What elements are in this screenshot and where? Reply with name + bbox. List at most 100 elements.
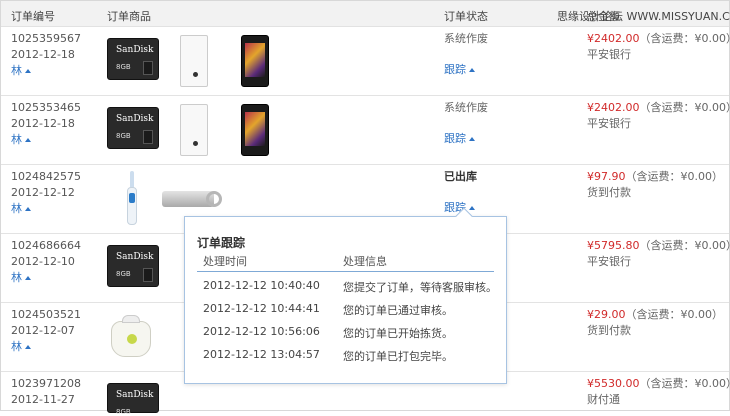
shipping-fee: （含运费：¥0.00） [640, 32, 730, 45]
popup-title: 订单跟踪 [197, 234, 245, 251]
order-id-cell: 1023971208 2012-11-27 [11, 376, 81, 408]
tracking-time: 2012-12-12 10:56:06 [203, 325, 320, 338]
order-status: 系统作废 [444, 100, 488, 116]
product-sandisk-card[interactable]: SanDisk 8GB [107, 38, 159, 80]
table-header: 订单编号 订单商品 订单状态 总金额 思缘设计论坛 WWW.MISSYUAN.C… [1, 1, 729, 27]
camera-dot [193, 72, 198, 77]
order-number[interactable]: 1023971208 [11, 376, 81, 392]
order-number[interactable]: 1025353465 [11, 100, 81, 116]
product-usb-drive[interactable] [162, 191, 214, 207]
status-shipped: 已出库 [444, 170, 477, 183]
order-number[interactable]: 1025359567 [11, 31, 81, 47]
tracking-info: 您提交了订单，等待客服审核。 [343, 279, 497, 295]
order-id-cell: 1025353465 2012-12-18 林 [11, 100, 81, 148]
order-amount: ¥5530.00 [587, 377, 640, 390]
sandisk-size-text: 8GB [116, 63, 131, 71]
sandisk-size-text: 8GB [116, 408, 131, 416]
user-name[interactable]: 林 [11, 271, 22, 284]
shipping-fee: （含运费：¥0.00） [626, 170, 724, 183]
order-price-cell: ¥97.90（含运费：¥0.00） 货到付款 [587, 169, 723, 201]
shipping-fee: （含运费：¥0.00） [626, 308, 724, 321]
header-order-id: 订单编号 [11, 8, 55, 24]
order-price-cell: ¥2402.00（含运费：¥0.00） 平安银行 [587, 31, 730, 63]
payment-method: 货到付款 [587, 185, 723, 201]
user-name[interactable]: 林 [11, 340, 22, 353]
keyring [206, 191, 222, 207]
header-order-goods: 订单商品 [107, 8, 151, 24]
order-price-cell: ¥5530.00（含运费：¥0.00） 财付通 [587, 376, 730, 408]
triangle-up-icon [25, 69, 31, 73]
cooker-lid [122, 315, 140, 323]
shipping-fee: （含运费：¥0.00） [640, 377, 730, 390]
tracking-info: 您的订单已开始拣货。 [343, 325, 453, 341]
user-name[interactable]: 林 [11, 133, 22, 146]
phone-screen [245, 112, 265, 146]
order-date: 2012-12-12 [11, 185, 81, 201]
track-link[interactable]: 跟踪 [444, 61, 475, 77]
popup-header-time: 处理时间 [203, 253, 247, 269]
user-dropdown[interactable]: 林 [11, 132, 81, 148]
payment-method: 货到付款 [587, 323, 723, 339]
order-number[interactable]: 1024503521 [11, 307, 81, 323]
sandisk-size-text: 8GB [116, 270, 131, 278]
order-number[interactable]: 1024686664 [11, 238, 81, 254]
track-label[interactable]: 跟踪 [444, 63, 466, 76]
order-amount: ¥2402.00 [587, 101, 640, 114]
table-row: 1025353465 2012-12-18 林 SanDisk 8GB 系统作废… [1, 96, 729, 165]
product-white-phone[interactable] [180, 104, 208, 156]
product-black-phone[interactable] [241, 35, 269, 87]
order-price-cell: ¥2402.00（含运费：¥0.00） 平安银行 [587, 100, 730, 132]
product-slow-cooker[interactable] [111, 321, 151, 357]
product-white-phone[interactable] [180, 35, 208, 87]
header-order-status: 订单状态 [444, 8, 488, 24]
microsd-chip [143, 130, 153, 144]
sandisk-brand-text: SanDisk [116, 252, 154, 262]
microsd-chip [143, 268, 153, 282]
order-number[interactable]: 1024842575 [11, 169, 81, 185]
order-id-cell: 1025359567 2012-12-18 林 [11, 31, 81, 79]
order-amount: ¥97.90 [587, 170, 626, 183]
product-black-phone[interactable] [241, 104, 269, 156]
order-tracking-popup: 订单跟踪 处理时间 处理信息 2012-12-12 10:40:40 您提交了订… [184, 216, 507, 384]
camera-dot [193, 141, 198, 146]
triangle-up-icon [469, 137, 475, 141]
payment-method: 平安银行 [587, 254, 730, 270]
table-row: 1025359567 2012-12-18 林 SanDisk 8GB 系统作废… [1, 27, 729, 96]
triangle-up-icon [25, 138, 31, 142]
order-date: 2012-12-10 [11, 254, 81, 270]
order-price-cell: ¥29.00（含运费：¥0.00） 货到付款 [587, 307, 723, 339]
tracking-time: 2012-12-12 10:40:40 [203, 279, 320, 292]
product-toothbrush[interactable] [125, 171, 139, 225]
order-date: 2012-12-18 [11, 47, 81, 63]
user-dropdown[interactable]: 林 [11, 63, 81, 79]
track-link[interactable]: 跟踪 [444, 130, 475, 146]
order-id-cell: 1024842575 2012-12-12 林 [11, 169, 81, 217]
user-name[interactable]: 林 [11, 202, 22, 215]
sandisk-brand-text: SanDisk [116, 45, 154, 55]
tracking-info: 您的订单已打包完毕。 [343, 348, 453, 364]
tracking-time: 2012-12-12 10:44:41 [203, 302, 320, 315]
payment-method: 平安银行 [587, 47, 730, 63]
order-id-cell: 1024686664 2012-12-10 林 [11, 238, 81, 286]
product-sandisk-card[interactable]: SanDisk 8GB [107, 107, 159, 149]
user-dropdown[interactable]: 林 [11, 201, 81, 217]
triangle-up-icon [25, 276, 31, 280]
track-label[interactable]: 跟踪 [444, 132, 466, 145]
sandisk-brand-text: SanDisk [116, 390, 154, 400]
user-dropdown[interactable]: 林 [11, 270, 81, 286]
order-id-cell: 1024503521 2012-12-07 林 [11, 307, 81, 355]
product-sandisk-card[interactable]: SanDisk 8GB [107, 245, 159, 287]
triangle-up-icon [469, 206, 475, 210]
order-price-cell: ¥5795.80（含运费：¥0.00） 平安银行 [587, 238, 730, 270]
order-amount: ¥29.00 [587, 308, 626, 321]
order-list-panel: 订单编号 订单商品 订单状态 总金额 思缘设计论坛 WWW.MISSYUAN.C… [0, 0, 730, 411]
user-dropdown[interactable]: 林 [11, 339, 81, 355]
microsd-chip [143, 61, 153, 75]
user-name[interactable]: 林 [11, 64, 22, 77]
phone-screen [245, 43, 265, 77]
sandisk-brand-text: SanDisk [116, 114, 154, 124]
product-sandisk-card[interactable]: SanDisk 8GB [107, 383, 159, 413]
cooker-flower [127, 334, 137, 344]
triangle-up-icon [25, 345, 31, 349]
shipping-fee: （含运费：¥0.00） [640, 101, 730, 114]
